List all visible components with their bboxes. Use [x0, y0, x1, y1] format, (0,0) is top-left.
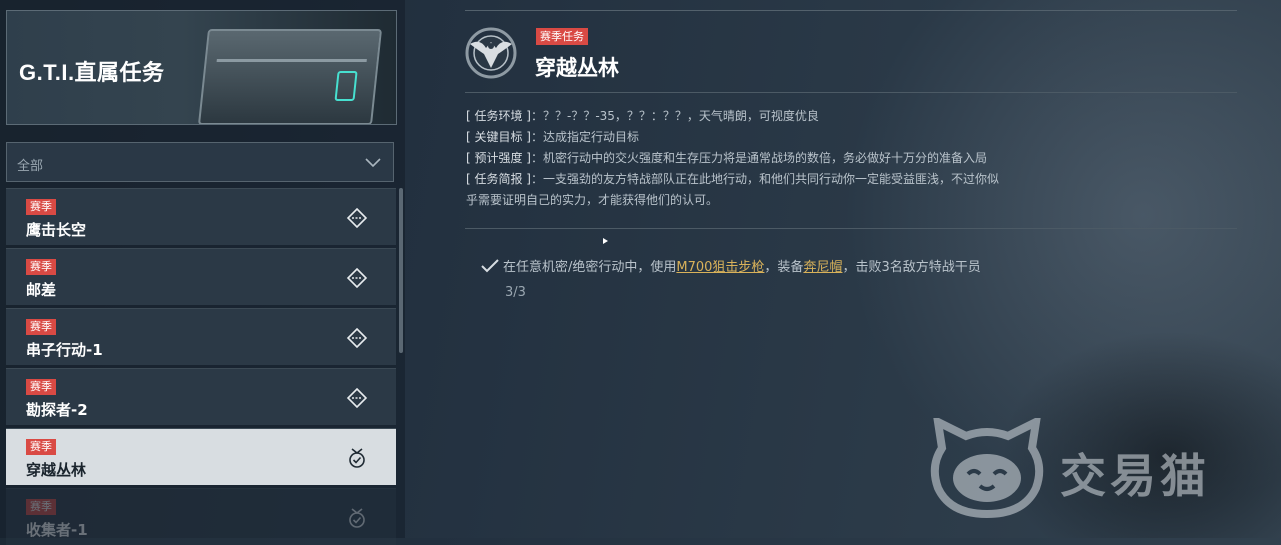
- mission-item-chuan-zi-xing-dong-1[interactable]: 赛季 串子行动-1: [6, 308, 396, 365]
- top-divider: [465, 10, 1237, 11]
- mission-name: 邮差: [26, 281, 57, 299]
- watermark-text: 交易猫: [1060, 449, 1210, 503]
- info-intensity: [ 预计强度 ]：机密行动中的交火强度和生存压力将是通常战场的数倍，务必做好十万…: [466, 148, 1086, 169]
- eagle-emblem-icon: [465, 27, 517, 79]
- objective-suffix: ，击败3名敌方特战干员: [842, 260, 981, 275]
- mission-objective: 在任意机密/绝密行动中，使用M700狙击步枪，装备奔尼帽，击败3名敌方特战干员: [481, 256, 981, 275]
- mission-name: 鹰击长空: [26, 221, 87, 239]
- category-banner: G.T.I.直属任务: [6, 10, 397, 125]
- info-key: [ 任务环境 ]: [466, 109, 531, 123]
- mission-list-panel: G.T.I.直属任务 全部 赛季 鹰击长空 赛季 邮差 赛季 串子行动-1 赛季…: [0, 0, 405, 545]
- objective-middle: ，装备: [764, 260, 804, 275]
- season-badge: 赛季: [26, 499, 56, 515]
- filter-selected-value: 全部: [17, 159, 44, 174]
- info-key: [ 预计强度 ]: [466, 151, 531, 165]
- mission-name: 收集者-1: [26, 521, 88, 539]
- locked-diamond-icon: [346, 387, 368, 409]
- list-scrollbar[interactable]: [399, 188, 403, 353]
- info-value: ：机密行动中的交火强度和生存压力将是通常战场的数倍，务必做好十万分的准备入局: [531, 151, 988, 165]
- info-key: [ 关键目标 ]: [466, 130, 531, 144]
- season-mission-tag: 赛季任务: [536, 28, 588, 45]
- season-badge: 赛季: [26, 379, 56, 395]
- completed-medal-icon: [349, 508, 365, 528]
- info-environment: [ 任务环境 ]：？？-？？-35，？？：？？，天气晴朗，可视度优良: [466, 106, 1086, 127]
- info-value: ：一支强劲的友方特战部队正在此地行动，和他们共同行动你一定能受益匪浅，不过你似: [531, 172, 1000, 186]
- info-briefing-continuation: 乎需要证明自己的实力，才能获得他们的认可。: [466, 193, 719, 207]
- season-badge: 赛季: [26, 439, 56, 455]
- objective-prefix: 在任意机密/绝密行动中，使用: [503, 260, 677, 275]
- season-badge: 赛季: [26, 259, 56, 275]
- mission-item-shou-ji-zhe-1[interactable]: 赛季 收集者-1: [6, 488, 396, 545]
- mission-name: 串子行动-1: [26, 341, 103, 359]
- objective-progress: 3/3: [505, 285, 526, 300]
- info-briefing: [ 任务简报 ]：一支强劲的友方特战部队正在此地行动，和他们共同行动你一定能受益…: [466, 169, 1086, 190]
- category-title: G.T.I.直属任务: [19, 60, 165, 85]
- mission-name: 穿越丛林: [26, 461, 87, 479]
- filter-dropdown[interactable]: 全部: [6, 142, 394, 182]
- chevron-down-icon: [365, 158, 381, 168]
- gear-link[interactable]: 奔尼帽: [803, 260, 842, 275]
- locked-diamond-icon: [346, 207, 368, 229]
- info-value: ：？？-？？-35，？？：？？，天气晴朗，可视度优良: [531, 109, 819, 123]
- watermark: 交易猫: [928, 418, 1258, 518]
- objective-divider: [465, 228, 1237, 229]
- info-key-objective: [ 关键目标 ]：达成指定行动目标: [466, 127, 1086, 148]
- mission-item-chuan-yue-cong-lin[interactable]: 赛季 穿越丛林: [6, 428, 396, 485]
- info-value: ：达成指定行动目标: [531, 130, 640, 144]
- season-badge: 赛季: [26, 199, 56, 215]
- mouse-cursor-icon: [603, 238, 608, 244]
- crate-illustration: [197, 29, 383, 124]
- mission-item-kan-tan-zhe-2[interactable]: 赛季 勘探者-2: [6, 368, 396, 425]
- locked-diamond-icon: [346, 267, 368, 289]
- mission-name: 勘探者-2: [26, 401, 88, 419]
- weapon-link[interactable]: M700狙击步枪: [676, 260, 764, 275]
- mission-item-ying-ji-chang-kong[interactable]: 赛季 鹰击长空: [6, 188, 396, 245]
- season-badge: 赛季: [26, 319, 56, 335]
- mission-detail-title: 穿越丛林: [535, 56, 619, 80]
- info-key: [ 任务简报 ]: [466, 172, 531, 186]
- mission-item-you-chai[interactable]: 赛季 邮差: [6, 248, 396, 305]
- checkmark-icon: [481, 259, 499, 273]
- detail-divider: [465, 92, 1237, 93]
- mission-info: [ 任务环境 ]：？？-？？-35，？？：？？，天气晴朗，可视度优良 [ 关键目…: [466, 106, 1086, 211]
- locked-diamond-icon: [346, 327, 368, 349]
- cat-logo-icon: [930, 418, 1044, 518]
- completed-medal-icon: [349, 448, 365, 468]
- mission-list: 赛季 鹰击长空 赛季 邮差 赛季 串子行动-1 赛季 勘探者-2 赛季 穿越丛林…: [6, 188, 396, 545]
